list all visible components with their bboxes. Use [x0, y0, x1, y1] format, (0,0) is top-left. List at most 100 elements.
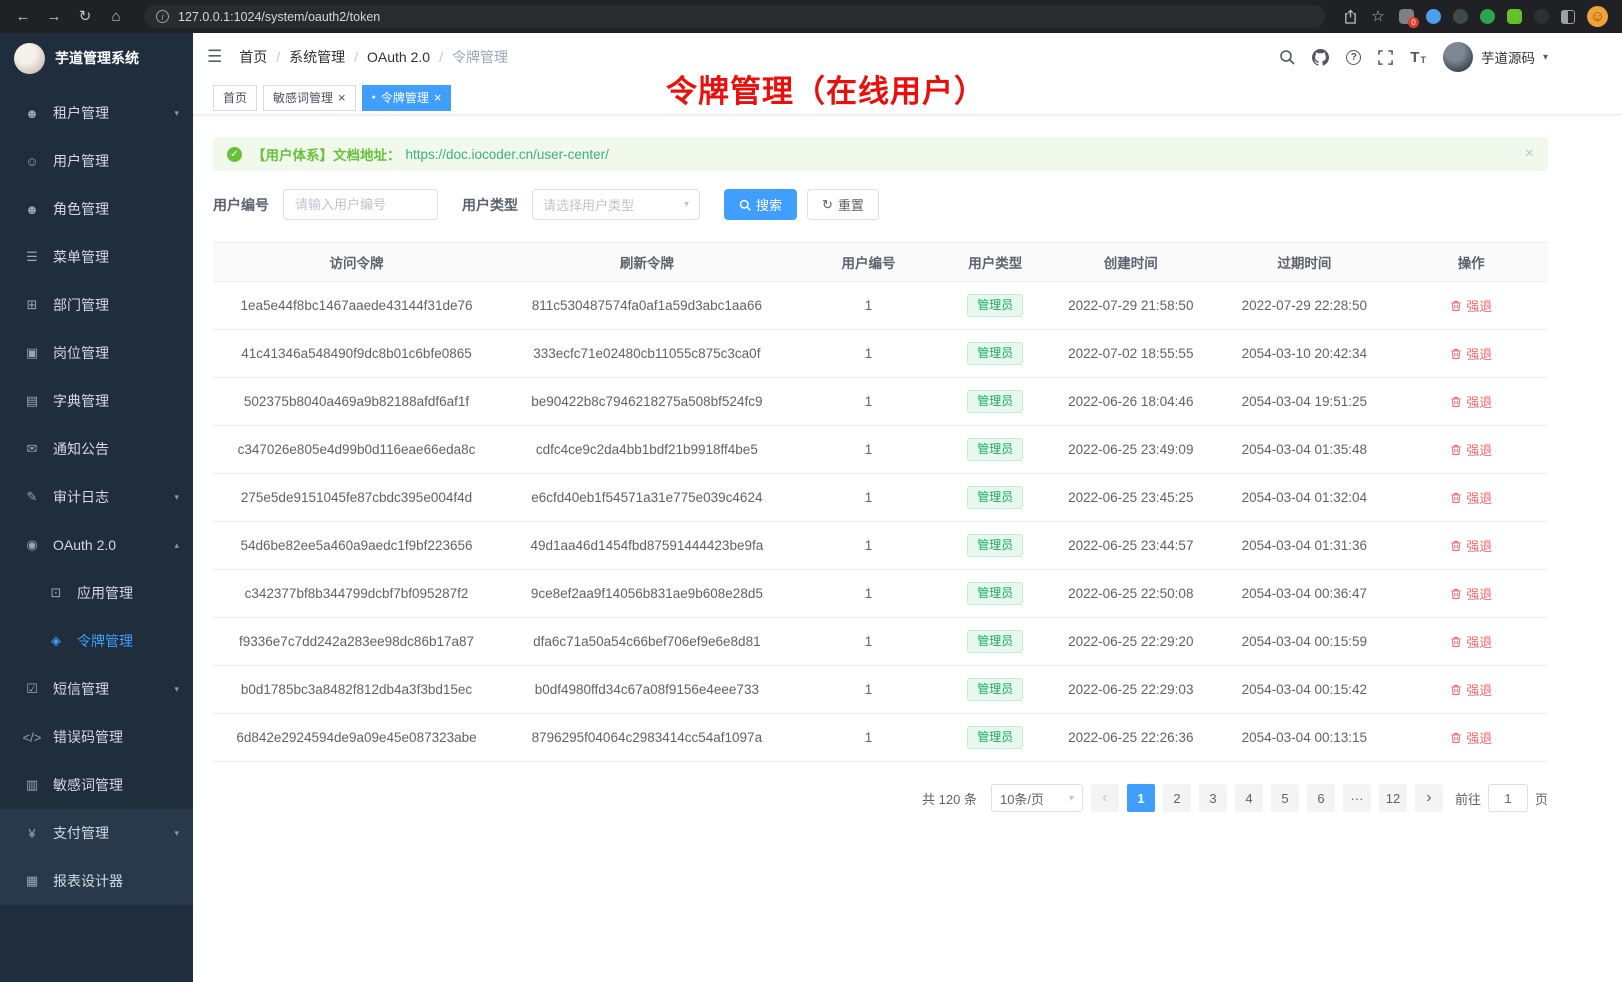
home-icon[interactable]: ⌂ [107, 9, 125, 24]
annotation-overlay: 令牌管理（在线用户） [666, 66, 986, 111]
github-icon[interactable] [1312, 49, 1329, 66]
goto-page-input[interactable] [1488, 784, 1528, 812]
create-time-cell: 2022-06-26 18:04:46 [1047, 378, 1214, 425]
trash-icon [1450, 540, 1462, 552]
user-type-label: 用户类型 [462, 195, 518, 215]
search-icon[interactable] [1279, 49, 1295, 65]
sidebar-item-dict[interactable]: ▤ 字典管理 [0, 377, 193, 425]
sidebar-item-token-management[interactable]: ◈ 令牌管理 [0, 617, 193, 665]
extension-icon[interactable]: 0 [1399, 9, 1414, 24]
table-row: 41c41346a548490f9dc8b01c6bfe0865 333ecfc… [213, 330, 1548, 378]
goto-page: 前往 页 [1455, 784, 1548, 812]
sidebar-item-payment[interactable]: ¥ 支付管理 ▾ [0, 809, 193, 857]
page-button-5[interactable]: 5 [1271, 784, 1299, 812]
user-type-cell: 管理员 [943, 570, 1047, 617]
page-content: ✓ 【用户体系】文档地址： https://doc.iocoder.cn/use… [193, 115, 1622, 982]
sidebar-item-tenant[interactable]: ☻ 租户管理 ▾ [0, 89, 193, 137]
sidebar-item-report-designer[interactable]: ▦ 报表设计器 [0, 857, 193, 905]
extension-icon[interactable] [1453, 9, 1468, 24]
hamburger-icon[interactable]: ☰ [207, 47, 222, 67]
trash-icon [1450, 636, 1462, 648]
help-icon[interactable]: ? [1346, 50, 1361, 65]
tab-token-management[interactable]: ● 令牌管理 × [362, 85, 452, 111]
page-button-6[interactable]: 6 [1307, 784, 1335, 812]
sidebar-item-oauth2[interactable]: ◉ OAuth 2.0 ▴ [0, 521, 193, 569]
sidebar-item-audit-log[interactable]: ✎ 审计日志 ▾ [0, 473, 193, 521]
sidebar-item-sensitive-word[interactable]: ▥ 敏感词管理 [0, 761, 193, 809]
sidebar-item-dept[interactable]: ⊞ 部门管理 [0, 281, 193, 329]
tab-home[interactable]: 首页 [213, 85, 257, 111]
tab-group-icon[interactable] [1561, 10, 1575, 24]
page-ellipsis[interactable]: ··· [1343, 784, 1371, 812]
col-expire-time: 过期时间 [1214, 243, 1394, 281]
prev-page-button[interactable]: ‹ [1091, 784, 1119, 812]
doc-link[interactable]: https://doc.iocoder.cn/user-center/ [406, 147, 609, 162]
force-logout-button[interactable]: 强退 [1450, 344, 1492, 363]
force-logout-button[interactable]: 强退 [1450, 440, 1492, 459]
page-button-2[interactable]: 2 [1163, 784, 1191, 812]
refresh-token-cell: 811c530487574fa0af1a59d3abc1aa66 [500, 282, 794, 329]
back-icon[interactable]: ← [14, 9, 32, 24]
breadcrumb-item[interactable]: 系统管理 [289, 47, 345, 67]
sidebar-item-error-code[interactable]: </> 错误码管理 [0, 713, 193, 761]
search-button[interactable]: 搜索 [724, 189, 797, 220]
close-alert-icon[interactable]: × [1525, 146, 1534, 162]
action-cell: 强退 [1394, 474, 1548, 521]
user-id-input[interactable] [283, 189, 438, 220]
user-id-cell: 1 [794, 474, 944, 521]
force-logout-button[interactable]: 强退 [1450, 728, 1492, 747]
menu-item-label: 报表设计器 [53, 871, 179, 891]
sidebar-item-role[interactable]: ☻ 角色管理 [0, 185, 193, 233]
page-button-3[interactable]: 3 [1199, 784, 1227, 812]
browser-profile-avatar[interactable]: ☺ [1587, 6, 1608, 27]
sidebar-item-user[interactable]: ☺ 用户管理 [0, 137, 193, 185]
force-logout-button[interactable]: 强退 [1450, 584, 1492, 603]
access-token-cell: 275e5de9151045fe87cbdc395e004f4d [213, 474, 500, 521]
next-page-button[interactable]: › [1415, 784, 1443, 812]
sidebar-item-post[interactable]: ▣ 岗位管理 [0, 329, 193, 377]
page-button-12[interactable]: 12 [1379, 784, 1407, 812]
extension-icon[interactable] [1534, 9, 1549, 24]
close-tab-icon[interactable]: × [434, 91, 442, 104]
sidebar-item-sms[interactable]: ☑ 短信管理 ▾ [0, 665, 193, 713]
menu-item-icon: </> [22, 730, 42, 745]
force-logout-button[interactable]: 强退 [1450, 680, 1492, 699]
breadcrumb-item[interactable]: OAuth 2.0 [367, 49, 430, 65]
extension-icon[interactable] [1426, 9, 1441, 24]
table-row: 6d842e2924594de9a09e45e087323abe 8796295… [213, 714, 1548, 762]
reload-icon[interactable]: ↻ [76, 9, 94, 24]
reset-button[interactable]: ↻ 重置 [807, 189, 879, 220]
app-logo[interactable]: 芋道管理系统 [0, 33, 193, 83]
font-size-icon[interactable]: TT [1410, 50, 1426, 65]
force-logout-button[interactable]: 强退 [1450, 296, 1492, 315]
sidebar-item-app-management[interactable]: ⊡ 应用管理 [0, 569, 193, 617]
refresh-token-cell: e6cfd40eb1f54571a31e775e039c4624 [500, 474, 794, 521]
address-bar[interactable]: i 127.0.0.1:1024/system/oauth2/token [144, 5, 1325, 28]
menu-item-label: 租户管理 [53, 103, 174, 123]
breadcrumb-item[interactable]: 令牌管理 [452, 47, 508, 67]
forward-icon[interactable]: → [45, 9, 63, 24]
extension-icon[interactable] [1507, 9, 1522, 24]
force-logout-button[interactable]: 强退 [1450, 488, 1492, 507]
tab-sensitive-word[interactable]: 敏感词管理 × [263, 85, 356, 111]
page-button-4[interactable]: 4 [1235, 784, 1263, 812]
user-menu[interactable]: 芋道源码 ▾ [1443, 42, 1548, 72]
user-id-cell: 1 [794, 522, 944, 569]
active-dot: ● [372, 94, 376, 101]
breadcrumb-item[interactable]: 首页 [239, 47, 267, 67]
force-logout-button[interactable]: 强退 [1450, 392, 1492, 411]
page-size-select[interactable]: 10条/页 ▾ [991, 784, 1083, 812]
close-tab-icon[interactable]: × [338, 91, 346, 104]
extension-icon[interactable] [1480, 9, 1495, 24]
force-logout-button[interactable]: 强退 [1450, 536, 1492, 555]
sidebar-item-menu[interactable]: ☰ 菜单管理 [0, 233, 193, 281]
page-button-1[interactable]: 1 [1127, 784, 1155, 812]
user-type-select[interactable]: 请选择用户类型 ▾ [532, 189, 700, 220]
bookmark-star-icon[interactable]: ☆ [1369, 9, 1387, 24]
share-icon[interactable] [1344, 9, 1357, 24]
fullscreen-icon[interactable] [1378, 50, 1393, 65]
force-logout-button[interactable]: 强退 [1450, 632, 1492, 651]
sidebar-item-notice[interactable]: ✉ 通知公告 [0, 425, 193, 473]
action-cell: 强退 [1394, 378, 1548, 425]
info-icon: i [156, 10, 169, 23]
